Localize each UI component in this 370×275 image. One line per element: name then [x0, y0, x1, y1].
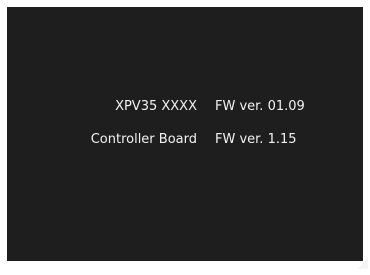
firmware-version-label: FW ver. 1.15 — [215, 132, 297, 147]
device-info-screen: XPV35 XXXX FW ver. 01.09 Controller Boar… — [7, 7, 363, 261]
firmware-version-label: FW ver. 01.09 — [215, 99, 305, 114]
firmware-row-main-unit: XPV35 XXXX FW ver. 01.09 — [7, 97, 363, 117]
firmware-row-controller-board: Controller Board FW ver. 1.15 — [7, 130, 363, 150]
device-name-label: Controller Board — [90, 132, 197, 147]
device-name-label: XPV35 XXXX — [115, 99, 197, 114]
